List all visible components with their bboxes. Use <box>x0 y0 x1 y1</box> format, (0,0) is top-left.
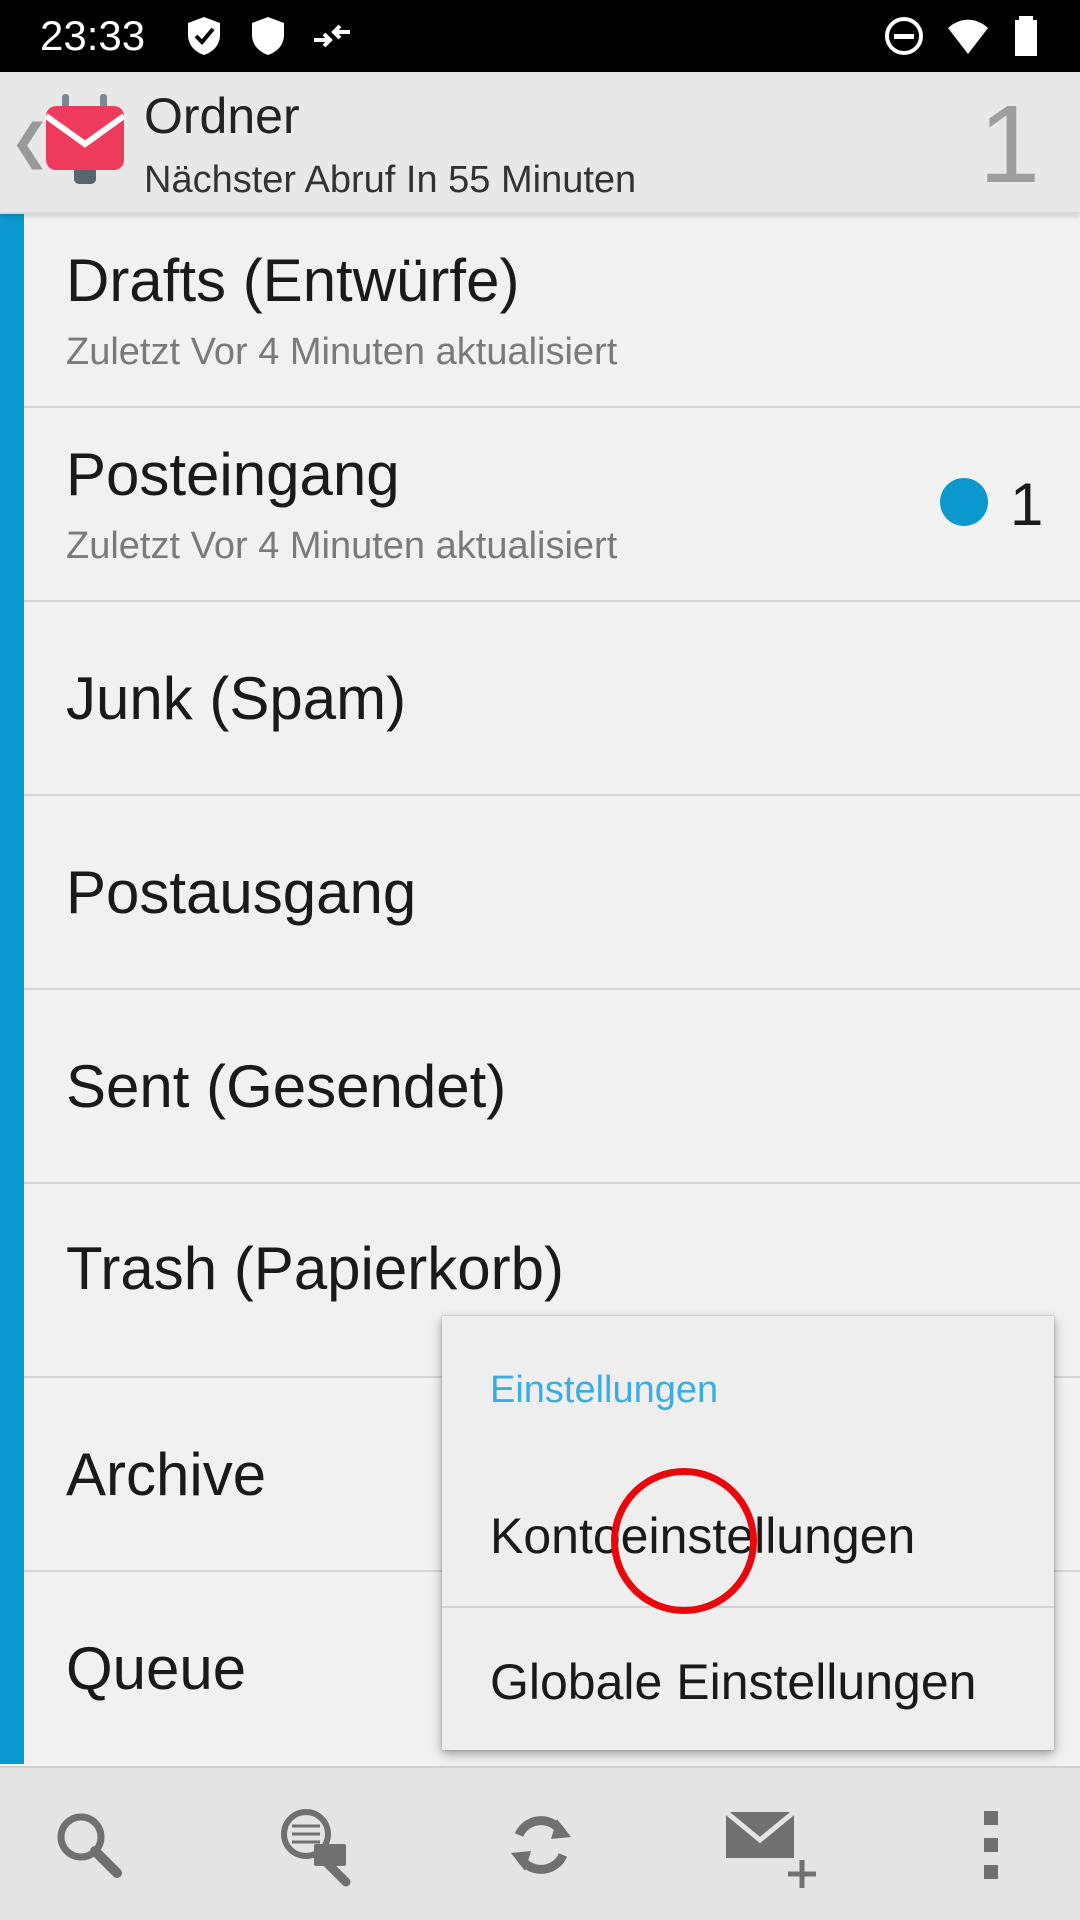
search-remote-button[interactable] <box>262 1790 372 1900</box>
folder-accent-bar <box>0 214 24 408</box>
folder-name: Junk (Spam) <box>66 665 407 732</box>
search-icon <box>57 1813 122 1878</box>
compose-icon <box>724 1810 816 1888</box>
folder-name: Archive <box>66 1441 267 1508</box>
tap-marker-circle <box>611 1468 757 1614</box>
search-button[interactable] <box>34 1790 144 1900</box>
search-remote-icon <box>281 1809 351 1887</box>
folder-last-updated: Zuletzt Vor 4 Minuten aktualisiert <box>66 331 618 373</box>
menu-item-label: Globale Einstellungen <box>490 1654 977 1710</box>
folder-accent-bar <box>0 602 24 796</box>
folder-item-inbox[interactable]: Posteingang Zuletzt Vor 4 Minuten aktual… <box>0 408 1080 602</box>
refresh-icon <box>511 1816 571 1874</box>
action-bar: ❮ Ordner Nächster Abruf In 55 Minuten 1 <box>0 72 1080 214</box>
folder-accent-bar <box>0 1184 24 1378</box>
page-title: Ordner <box>144 88 300 144</box>
battery-icon <box>1015 16 1037 56</box>
unread-total-count: 1 <box>978 83 1040 206</box>
status-time: 23:33 <box>40 12 146 59</box>
menu-item-global-settings[interactable]: Globale Einstellungen <box>442 1608 1054 1754</box>
unread-count: 1 <box>1010 471 1044 538</box>
folder-item-sent[interactable]: Sent (Gesendet) <box>0 990 1080 1184</box>
bottom-toolbar <box>0 1766 1080 1920</box>
folder-name: Posteingang <box>66 441 400 508</box>
folder-item-drafts[interactable]: Drafts (Entwürfe) Zuletzt Vor 4 Minuten … <box>0 214 1080 408</box>
folder-name: Sent (Gesendet) <box>66 1053 507 1120</box>
do-not-disturb-icon <box>885 17 923 55</box>
unread-dot-icon <box>940 478 988 526</box>
folder-name: Postausgang <box>66 859 417 926</box>
folder-item-outbox[interactable]: Postausgang <box>0 796 1080 990</box>
screen: 23:33 ❮ Ordner Nächster Abruf In 55 Minu… <box>0 0 1080 1920</box>
overflow-menu-icon <box>984 1811 998 1879</box>
folder-item-junk[interactable]: Junk (Spam) <box>0 602 1080 796</box>
overflow-menu-button[interactable] <box>936 1790 1046 1900</box>
app-logo-icon[interactable] <box>44 92 126 192</box>
wifi-icon <box>948 19 988 54</box>
folder-accent-bar <box>0 1378 24 1572</box>
folder-name: Trash (Papierkorb) <box>66 1235 564 1302</box>
compose-button[interactable] <box>712 1790 832 1900</box>
folder-accent-bar <box>0 1572 24 1764</box>
folder-name: Queue <box>66 1635 247 1702</box>
shield-icon <box>252 17 284 55</box>
status-bar: 23:33 <box>0 0 1080 72</box>
popup-menu-header: Einstellungen <box>490 1369 719 1411</box>
sync-arrows-icon <box>314 24 350 48</box>
folder-accent-bar <box>0 796 24 990</box>
next-fetch-status: Nächster Abruf In 55 Minuten <box>144 159 637 201</box>
folder-accent-bar <box>0 408 24 602</box>
folder-accent-bar <box>0 990 24 1184</box>
folder-last-updated: Zuletzt Vor 4 Minuten aktualisiert <box>66 525 618 567</box>
refresh-button[interactable] <box>486 1790 596 1900</box>
folder-name: Drafts (Entwürfe) <box>66 247 520 314</box>
check-shield-icon <box>188 17 220 55</box>
